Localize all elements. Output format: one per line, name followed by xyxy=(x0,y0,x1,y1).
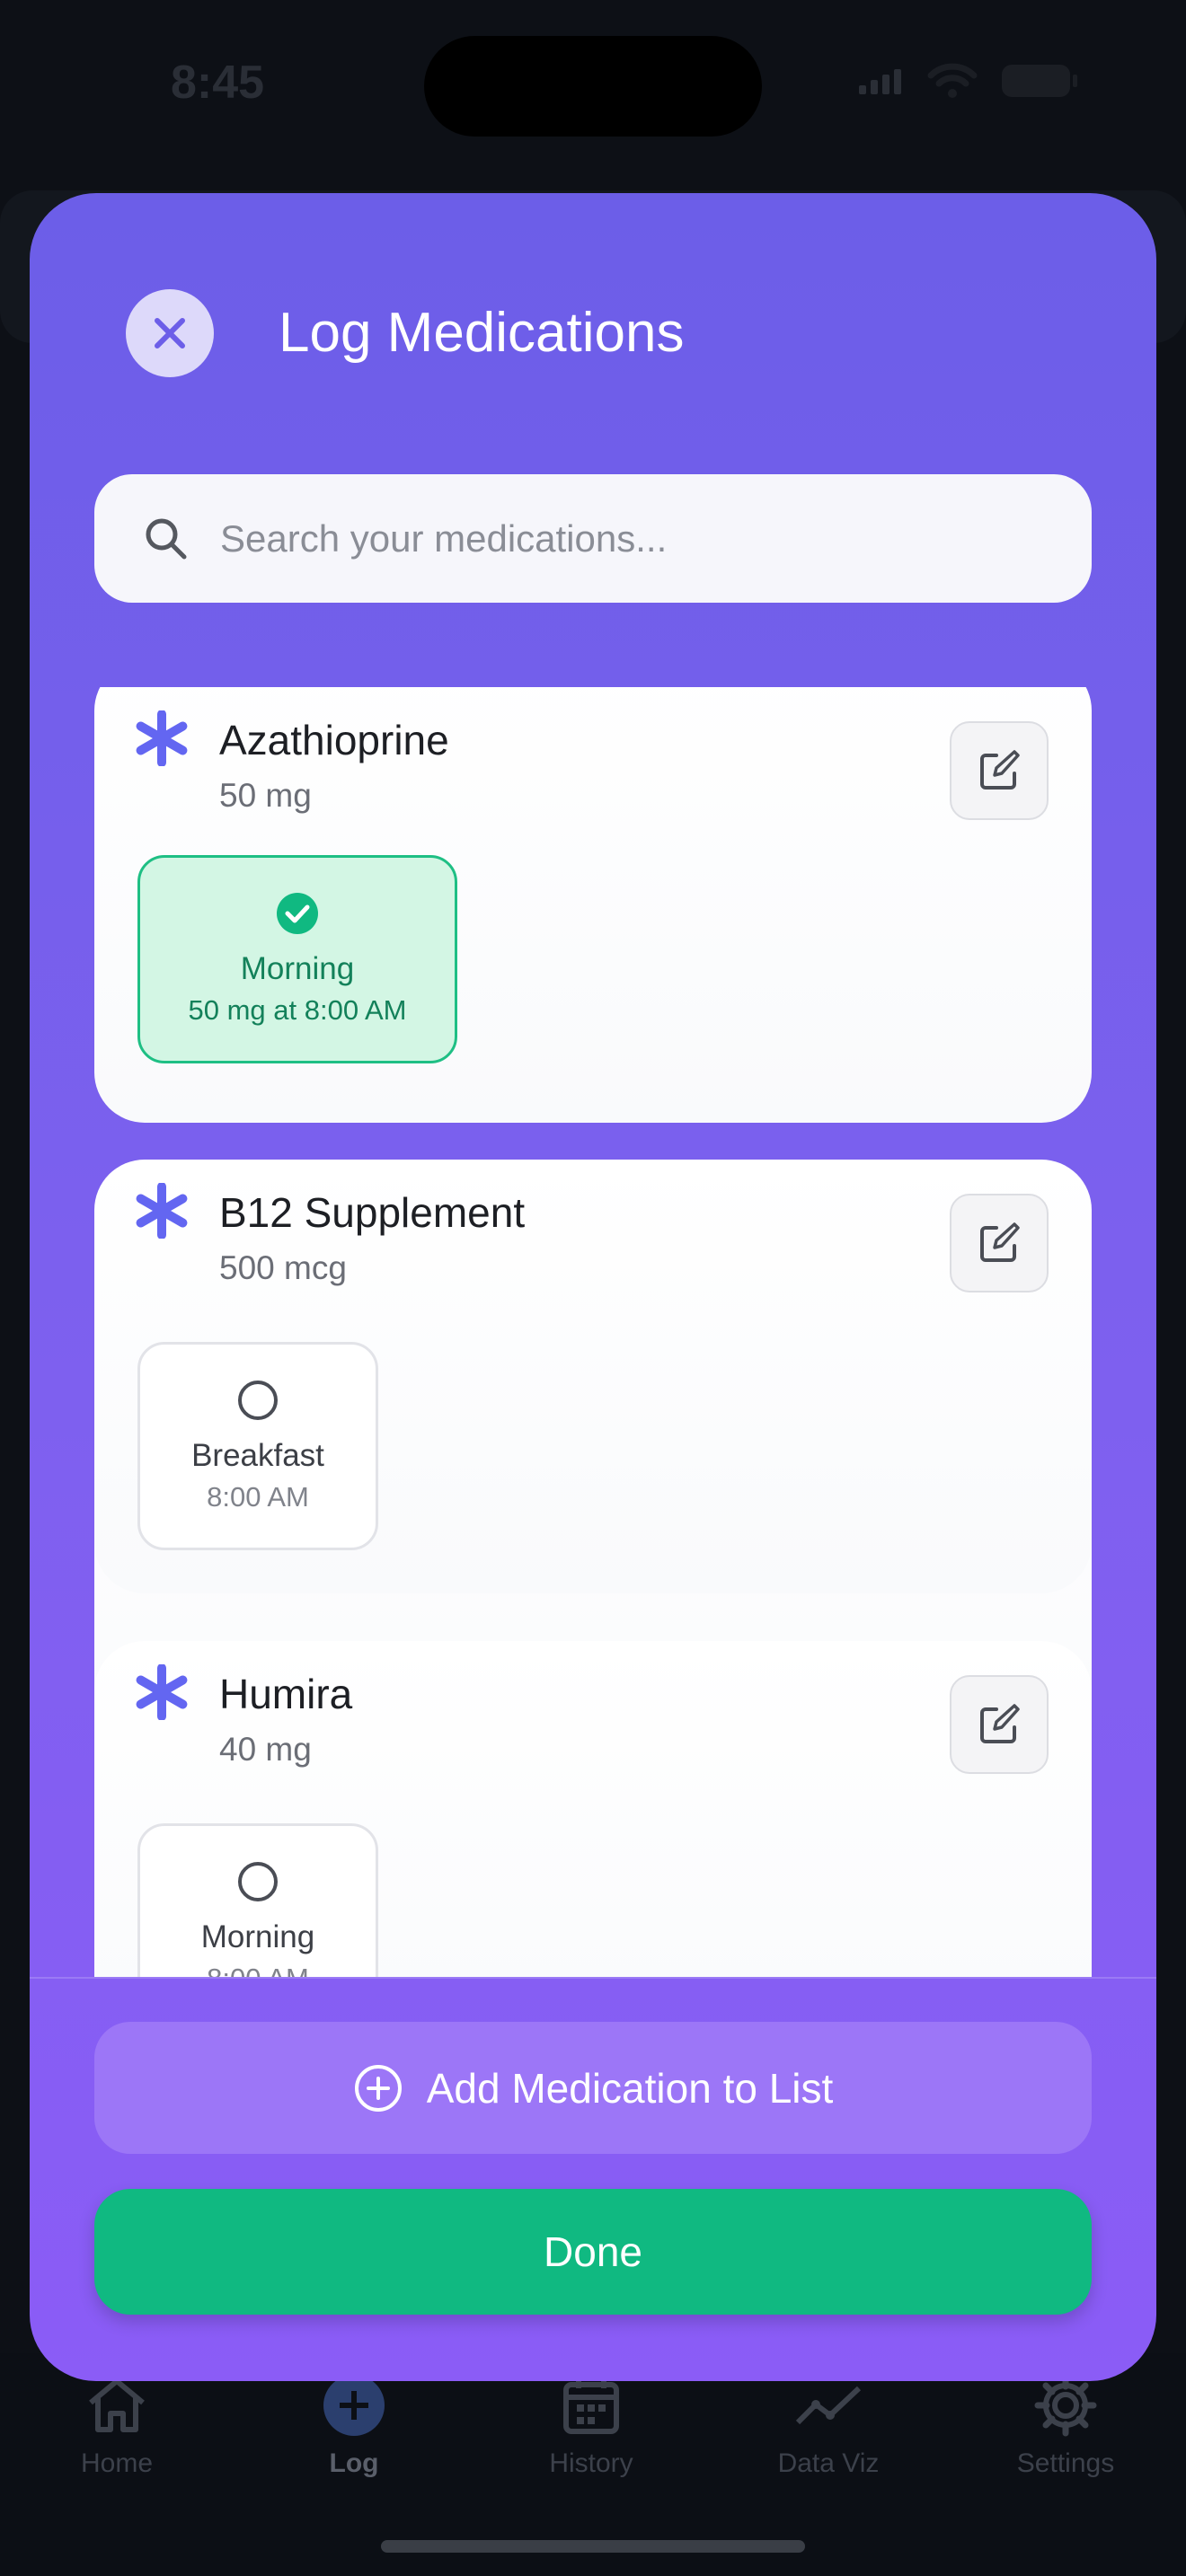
gear-icon xyxy=(1034,2374,1097,2437)
medication-dose: 500 mcg xyxy=(219,1249,347,1286)
edit-icon xyxy=(980,1704,1020,1743)
dose-detail: 8:00 AM xyxy=(207,1481,309,1513)
edit-button[interactable] xyxy=(950,1194,1049,1292)
plus-circle-icon xyxy=(323,2375,385,2436)
close-icon xyxy=(155,318,185,348)
cellular-icon xyxy=(859,69,901,94)
tab-label: Data Viz xyxy=(777,2448,880,2478)
close-button[interactable] xyxy=(126,289,214,377)
modal-title: Log Medications xyxy=(279,302,685,364)
log-medications-modal: Log Medications Azathioprine 50 mg xyxy=(30,193,1156,2381)
dynamic-island xyxy=(424,36,762,137)
dose-detail: 50 mg at 8:00 AM xyxy=(188,994,407,1026)
tab-label: Settings xyxy=(1016,2448,1115,2478)
dose-label: Breakfast xyxy=(191,1438,324,1473)
dose-detail: 8:00 AM xyxy=(140,1963,376,1977)
tab-settings[interactable]: Settings xyxy=(967,2371,1164,2479)
tab-history[interactable]: History xyxy=(492,2371,690,2479)
status-time: 8:45 xyxy=(171,57,265,109)
edit-icon xyxy=(980,1222,1020,1262)
tab-label: History xyxy=(549,2448,633,2478)
done-button[interactable]: Done xyxy=(94,2189,1092,2315)
asterisk-icon xyxy=(136,1183,188,1239)
tab-label: Home xyxy=(80,2448,154,2478)
chart-line-icon xyxy=(795,2386,862,2425)
medication-name: B12 Supplement xyxy=(219,1189,526,1236)
tab-data-viz[interactable]: Data Viz xyxy=(730,2371,927,2479)
battery-icon xyxy=(1002,65,1077,97)
tab-label: Log xyxy=(329,2448,379,2478)
add-medication-button[interactable]: Add Medication to List xyxy=(94,2022,1092,2154)
dose-label: Morning xyxy=(200,1919,315,1954)
check-circle-icon xyxy=(277,893,318,934)
medication-dose: 40 mg xyxy=(219,1731,312,1768)
edit-button[interactable] xyxy=(950,1675,1049,1774)
tab-log[interactable]: Log xyxy=(255,2371,453,2479)
search-input[interactable] xyxy=(218,516,1031,561)
medication-card: Humira 40 mg Morning 8:00 AM xyxy=(94,1641,1092,1977)
wifi-icon xyxy=(927,63,978,98)
asterisk-icon xyxy=(136,1664,188,1720)
search-bar[interactable] xyxy=(94,474,1092,603)
status-icons xyxy=(859,63,1078,99)
empty-circle-icon xyxy=(238,1862,278,1901)
empty-circle-icon xyxy=(238,1381,278,1420)
asterisk-icon xyxy=(136,710,188,766)
medication-name: Azathioprine xyxy=(219,717,449,763)
list-clip: Humira 40 mg Morning 8:00 AM xyxy=(30,1641,1156,1977)
edit-button[interactable] xyxy=(950,721,1049,820)
dose-chip-morning[interactable]: Morning 8:00 AM xyxy=(137,1823,378,1977)
dose-chip-morning[interactable]: Morning 50 mg at 8:00 AM xyxy=(137,855,457,1063)
dose-chip-breakfast[interactable]: Breakfast 8:00 AM xyxy=(137,1342,378,1550)
dose-label: Morning xyxy=(240,951,355,986)
add-medication-label: Add Medication to List xyxy=(426,2064,834,2112)
medication-card: Azathioprine 50 mg Morning 50 mg at 8:00… xyxy=(94,687,1092,1123)
edit-icon xyxy=(980,750,1020,790)
plus-circle-icon xyxy=(354,2064,402,2112)
home-icon xyxy=(89,2378,145,2432)
medication-dose: 50 mg xyxy=(219,777,312,814)
search-icon xyxy=(143,516,190,562)
medication-name: Humira xyxy=(219,1671,353,1717)
calendar-icon xyxy=(563,2378,619,2434)
home-indicator xyxy=(381,2540,805,2553)
medication-card: B12 Supplement 500 mcg Breakfast 8:00 AM xyxy=(94,1160,1092,1593)
tab-home[interactable]: Home xyxy=(18,2371,216,2479)
done-label: Done xyxy=(544,2228,642,2275)
footer-divider xyxy=(30,1977,1156,1979)
